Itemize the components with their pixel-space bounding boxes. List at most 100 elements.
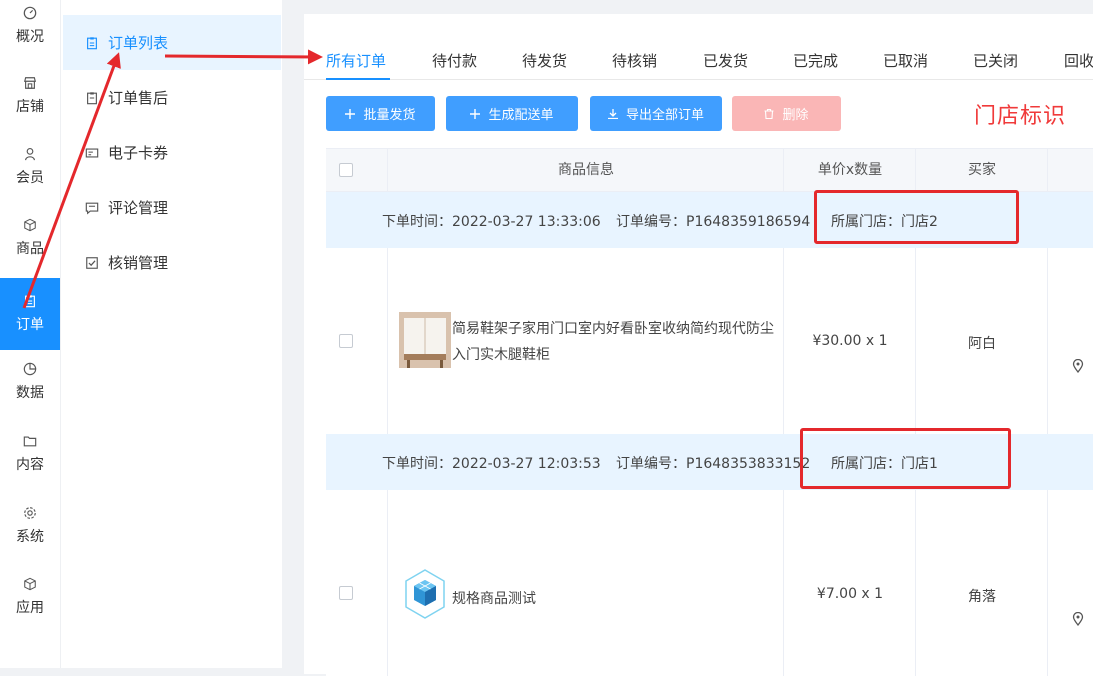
download-icon: [607, 108, 618, 119]
rail-item-system[interactable]: 系统: [0, 496, 60, 556]
submenu-label: 核销管理: [108, 254, 169, 272]
rail-label: 会员: [16, 170, 44, 186]
column-divider: [387, 248, 388, 434]
order-item-row: 规格商品测试 ¥7.00 x 1 角落: [326, 490, 1093, 676]
create-delivery-label: 生成配送单: [488, 108, 554, 123]
rail-label: 数据: [16, 385, 44, 401]
select-all-checkbox[interactable]: [339, 163, 353, 177]
rail-item-order[interactable]: 订单: [0, 278, 60, 350]
column-divider: [387, 490, 388, 676]
order-status-tabs: 所有订单 待付款 待发货 待核销 已发货 已完成 已取消 已关闭 回收: [304, 42, 1093, 80]
order-icon: [25, 295, 35, 308]
rail-item-content[interactable]: 内容: [0, 424, 60, 484]
location-pin-icon: [1072, 359, 1084, 373]
app-icon: [24, 577, 36, 591]
tab-shipped[interactable]: 已发货: [703, 50, 748, 71]
rail-item-product[interactable]: 商品: [0, 208, 60, 268]
order-row-checkbox[interactable]: [339, 586, 353, 600]
product-thumbnail[interactable]: [399, 566, 451, 622]
product-thumbnail[interactable]: [399, 312, 451, 368]
tab-pending-shipment[interactable]: 待发货: [522, 50, 567, 71]
column-divider: [783, 490, 784, 676]
rail-label: 应用: [16, 600, 44, 616]
submenu-item-verification[interactable]: 核销管理: [63, 235, 281, 290]
order-number: 订单编号：P1648359186594: [616, 214, 811, 230]
tab-completed[interactable]: 已完成: [793, 50, 838, 71]
order-number: 订单编号：P1648353833152: [616, 456, 811, 472]
order-buyer: 角落: [968, 589, 996, 605]
store-highlight-box: [800, 428, 1011, 489]
rail-label: 订单: [16, 317, 44, 333]
checkbox-icon: [86, 256, 98, 269]
rail-label: 系统: [16, 529, 44, 545]
order-time: 下单时间：2022-03-27 13:33:06: [382, 214, 601, 230]
batch-ship-button[interactable]: 批量发货: [326, 96, 435, 131]
store-highlight-box: [814, 190, 1019, 244]
product-name[interactable]: 简易鞋架子家用门口室内好看卧室收纳简约现代防尘入门实木腿鞋柜: [452, 316, 782, 368]
order-submenu: 订单列表 订单售后 电子卡券 评论管理 核销管理: [60, 0, 282, 668]
column-divider: [1047, 490, 1048, 676]
order-time: 下单时间：2022-03-27 12:03:53: [382, 456, 601, 472]
submenu-item-comments[interactable]: 评论管理: [63, 180, 281, 235]
trash-icon: [764, 108, 774, 119]
rail-label: 商品: [16, 241, 44, 257]
submenu-item-e-coupon[interactable]: 电子卡券: [63, 125, 281, 180]
clipboard-icon: [87, 36, 97, 49]
column-divider: [387, 149, 388, 191]
rail-item-shop[interactable]: 店铺: [0, 66, 60, 126]
location-pin-icon: [1072, 612, 1084, 626]
submenu-label: 订单售后: [108, 89, 169, 107]
submenu-label: 评论管理: [108, 199, 169, 217]
clipboard-icon: [87, 91, 97, 104]
column-divider: [915, 149, 916, 191]
column-divider: [783, 149, 784, 191]
delete-label: 删除: [782, 108, 809, 123]
rail-label: 店铺: [16, 99, 44, 115]
tab-cancelled[interactable]: 已取消: [883, 50, 928, 71]
store-tag-annotation: 门店标识: [974, 104, 1067, 129]
product-icon: [24, 218, 36, 232]
header-buyer: 买家: [968, 162, 996, 178]
order-price-qty: ¥7.00 x 1: [816, 586, 884, 602]
member-icon: [25, 148, 35, 161]
create-delivery-button[interactable]: 生成配送单: [446, 96, 578, 131]
tab-pending-payment[interactable]: 待付款: [432, 50, 477, 71]
data-icon: [23, 362, 37, 376]
submenu-item-order-list[interactable]: 订单列表: [63, 15, 281, 70]
tab-pending-verification[interactable]: 待核销: [612, 50, 657, 71]
main-nav-rail: 概况 店铺 会员 商品 订单 数据 内容 系统 应用: [0, 0, 60, 668]
submenu-label: 电子卡券: [108, 144, 169, 162]
plus-icon: [345, 108, 356, 119]
column-divider: [1047, 149, 1048, 191]
submenu-item-after-sales[interactable]: 订单售后: [63, 70, 281, 125]
rail-label: 概况: [16, 29, 44, 45]
tab-closed[interactable]: 已关闭: [973, 50, 1018, 71]
header-product-info: 商品信息: [558, 162, 614, 178]
dashboard-icon: [23, 6, 37, 20]
comment-icon: [85, 202, 99, 214]
rail-item-app[interactable]: 应用: [0, 567, 60, 627]
plus-icon: [470, 108, 481, 119]
delete-button[interactable]: 删除: [732, 96, 841, 131]
batch-ship-label: 批量发货: [363, 108, 416, 123]
tab-recycle[interactable]: 回收: [1064, 50, 1093, 71]
order-row-checkbox[interactable]: [339, 334, 353, 348]
order-list-panel: 所有订单 待付款 待发货 待核销 已发货 已完成 已取消 已关闭 回收 批量发货…: [304, 14, 1093, 676]
product-name[interactable]: 规格商品测试: [452, 586, 782, 612]
order-price-qty: ¥30.00 x 1: [812, 333, 888, 349]
content-icon: [23, 436, 37, 447]
card-icon: [85, 147, 99, 158]
order-buyer: 阿白: [968, 336, 996, 352]
export-all-button[interactable]: 导出全部订单: [590, 96, 722, 131]
rail-item-data[interactable]: 数据: [0, 352, 60, 412]
order-item-row: 简易鞋架子家用门口室内好看卧室收纳简约现代防尘入门实木腿鞋柜 ¥30.00 x …: [326, 248, 1093, 434]
system-icon: [24, 507, 36, 519]
active-tab-indicator: [326, 78, 390, 80]
export-all-label: 导出全部订单: [625, 108, 704, 123]
rail-label: 内容: [16, 457, 44, 473]
submenu-label: 订单列表: [108, 34, 169, 52]
rail-item-member[interactable]: 会员: [0, 137, 60, 197]
tab-all-orders[interactable]: 所有订单: [326, 50, 386, 71]
rail-item-overview[interactable]: 概况: [0, 0, 60, 56]
column-divider: [915, 490, 916, 676]
